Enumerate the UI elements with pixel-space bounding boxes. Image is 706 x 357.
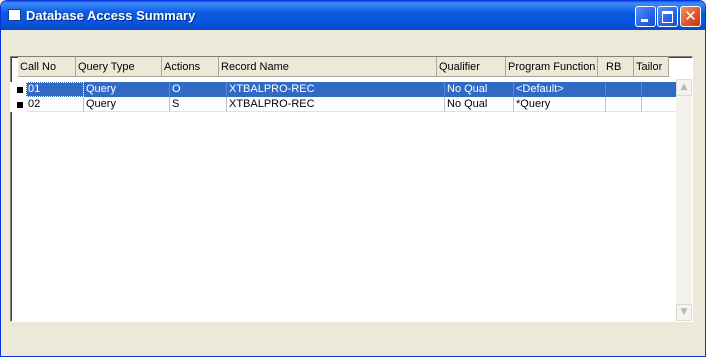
close-icon: ✕ xyxy=(684,7,697,25)
grid-header-row: Call No Query Type Actions Record Name Q… xyxy=(18,57,678,78)
row-indicator[interactable] xyxy=(10,97,26,112)
cell-actions[interactable]: S xyxy=(170,97,227,112)
cell-record-name[interactable]: XTBALPRO-REC xyxy=(227,97,445,112)
cell-call-no[interactable]: 01 xyxy=(26,82,84,97)
scroll-up-arrow-icon[interactable]: ▲ xyxy=(676,79,692,96)
column-header-query-type[interactable]: Query Type xyxy=(76,57,162,77)
maximize-button[interactable] xyxy=(657,6,678,27)
close-button[interactable]: ✕ xyxy=(680,6,701,27)
window-title: Database Access Summary xyxy=(26,8,196,23)
column-header-qualifier[interactable]: Qualifier xyxy=(437,57,506,77)
table-row[interactable]: 02 Query S XTBALPRO-REC No Qual *Query xyxy=(10,97,677,112)
scroll-down-arrow-icon[interactable]: ▼ xyxy=(676,304,692,321)
cell-record-name[interactable]: XTBALPRO-REC xyxy=(227,82,445,97)
row-marker-icon xyxy=(17,102,23,108)
cell-qualifier[interactable]: No Qual xyxy=(445,82,514,97)
column-header-actions[interactable]: Actions xyxy=(162,57,219,77)
cell-program-function[interactable]: <Default> xyxy=(514,82,606,97)
cell-query-type[interactable]: Query xyxy=(84,82,170,97)
cell-tailor[interactable] xyxy=(642,97,677,112)
column-header-rb[interactable]: RB xyxy=(598,57,634,77)
column-header-call-no[interactable]: Call No xyxy=(18,57,76,77)
cell-actions[interactable]: O xyxy=(170,82,227,97)
cell-rb[interactable] xyxy=(606,97,642,112)
column-header-program-function[interactable]: Program Function xyxy=(506,57,598,77)
vertical-scrollbar[interactable]: ▲ ▼ xyxy=(676,79,692,321)
row-indicator[interactable] xyxy=(10,82,26,97)
cell-rb[interactable] xyxy=(606,82,642,97)
database-access-summary-window: Database Access Summary ✕ Call No Query … xyxy=(0,0,706,357)
title-bar[interactable]: Database Access Summary ✕ xyxy=(1,1,705,30)
maximize-icon xyxy=(662,11,673,23)
minimize-icon xyxy=(641,19,648,22)
window-app-icon xyxy=(8,9,21,21)
column-header-record-name[interactable]: Record Name xyxy=(219,57,437,77)
column-header-tailor[interactable]: Tailor xyxy=(634,57,669,77)
cell-qualifier[interactable]: No Qual xyxy=(445,97,514,112)
cell-program-function[interactable]: *Query xyxy=(514,97,606,112)
cell-tailor[interactable] xyxy=(642,82,677,97)
status-bar xyxy=(5,329,701,351)
cell-query-type[interactable]: Query xyxy=(84,97,170,112)
cell-call-no[interactable]: 02 xyxy=(26,97,84,112)
row-marker-icon xyxy=(17,87,23,93)
minimize-button[interactable] xyxy=(635,6,656,27)
table-row[interactable]: 01 Query O XTBALPRO-REC No Qual <Default… xyxy=(10,82,677,97)
